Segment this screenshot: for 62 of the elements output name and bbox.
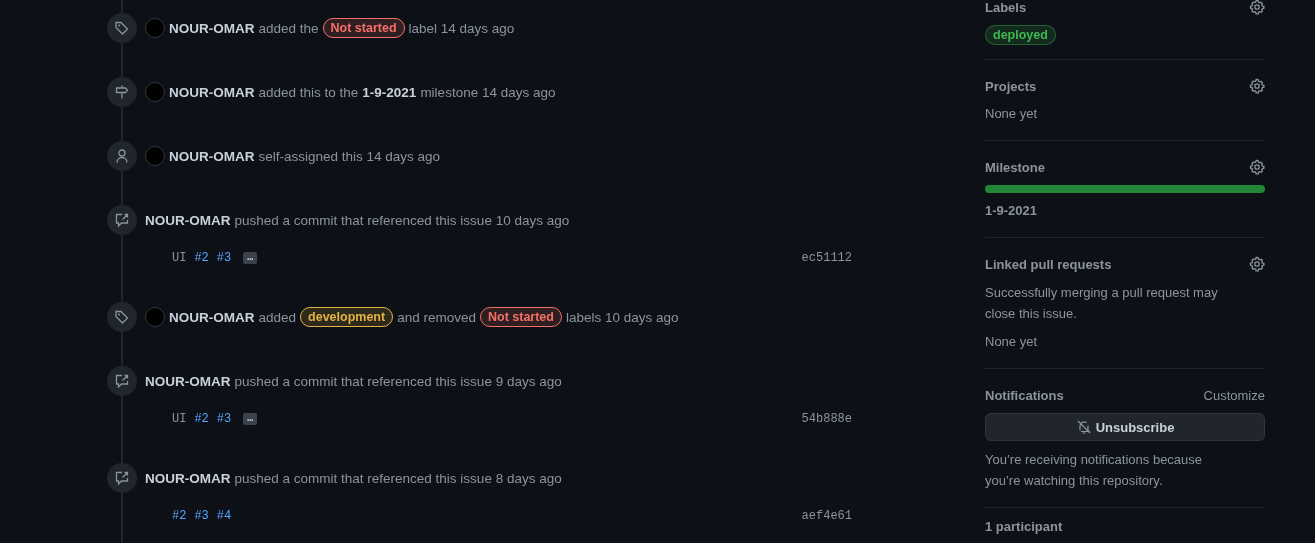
empty-value: None yet [985, 333, 1039, 351]
author-link[interactable]: NOUR-OMAR [145, 373, 231, 389]
author-link[interactable]: NOUR-OMAR [169, 148, 255, 164]
issue-link[interactable]: #3 [216, 412, 232, 426]
settings-icon[interactable] [1249, 159, 1265, 175]
label-tag[interactable]: Not started [322, 18, 405, 38]
section-title: Milestone [985, 159, 1045, 175]
commit-message[interactable]: UI [172, 412, 187, 426]
event-text: self-assigned this 14 days ago [258, 148, 441, 164]
settings-icon[interactable] [1249, 0, 1265, 15]
issue-link[interactable]: #4 [216, 509, 232, 523]
commit-sha[interactable]: 54b888e [801, 412, 852, 426]
event-text: labels 10 days ago [565, 309, 679, 325]
event-text: and removed [397, 309, 476, 325]
author-link[interactable]: NOUR-OMAR [145, 212, 231, 228]
section-title: 1 participant [985, 518, 1063, 534]
expand-button[interactable]: … [243, 252, 258, 264]
label-tag[interactable]: deployed [985, 25, 1056, 45]
tag-icon [114, 20, 130, 36]
issue-link[interactable]: #2 [194, 251, 209, 265]
label-tag[interactable]: Not started [479, 307, 562, 327]
commit-message[interactable]: UI [172, 251, 187, 265]
event-text: added this to the [258, 84, 359, 100]
milestone-link[interactable]: 1-9-2021 [362, 84, 417, 100]
commit-sha[interactable]: aef4e61 [801, 509, 852, 523]
tag-icon [114, 309, 130, 325]
issue-link[interactable]: #3 [194, 509, 209, 523]
event-text: pushed a commit that referenced this issue 9 days ago [234, 373, 562, 389]
help-text: You’re receiving notifications because you’re watching this repository. [985, 451, 1204, 490]
help-text: Successfully merging a pull request may close this issue. [985, 284, 1219, 323]
issue-link[interactable]: #3 [216, 251, 232, 265]
author-link[interactable]: NOUR-OMAR [145, 470, 231, 486]
event-text: milestone 14 days ago [420, 84, 556, 100]
signpost-icon [114, 84, 130, 100]
section-title: Projects [985, 78, 1037, 94]
event-text: added the [258, 20, 319, 36]
unsubscribe-button[interactable]: Unsubscribe [985, 413, 1265, 441]
event-text: pushed a commit that referenced this issue 8 days ago [234, 470, 562, 486]
commit-sha[interactable]: ec51112 [801, 251, 852, 265]
comment-arrow-icon [114, 212, 130, 228]
section-title: Notifications [985, 387, 1064, 403]
settings-icon[interactable] [1249, 256, 1265, 272]
settings-icon[interactable] [1249, 78, 1265, 94]
empty-value: None yet [985, 105, 1039, 123]
issue-link[interactable]: #2 [194, 412, 209, 426]
bell-slash-icon [1075, 419, 1092, 435]
comment-arrow-icon [114, 373, 130, 389]
issue-link[interactable]: #2 [172, 509, 187, 523]
person-icon [114, 148, 130, 164]
author-link[interactable]: NOUR-OMAR [169, 20, 255, 36]
event-text: added [258, 309, 297, 325]
expand-button[interactable]: … [243, 413, 258, 425]
milestone-link[interactable]: 1-9-2021 [985, 201, 1265, 221]
label-tag[interactable]: development [300, 307, 394, 327]
section-title: Linked pull requests [985, 256, 1112, 272]
event-text: label 14 days ago [408, 20, 515, 36]
author-link[interactable]: NOUR-OMAR [169, 309, 255, 325]
customize-link[interactable]: Customize [1203, 387, 1265, 403]
event-text: pushed a commit that referenced this issue 10 days ago [234, 212, 570, 228]
author-link[interactable]: NOUR-OMAR [169, 84, 255, 100]
section-title: Labels [985, 0, 1027, 15]
comment-arrow-icon [114, 470, 130, 486]
